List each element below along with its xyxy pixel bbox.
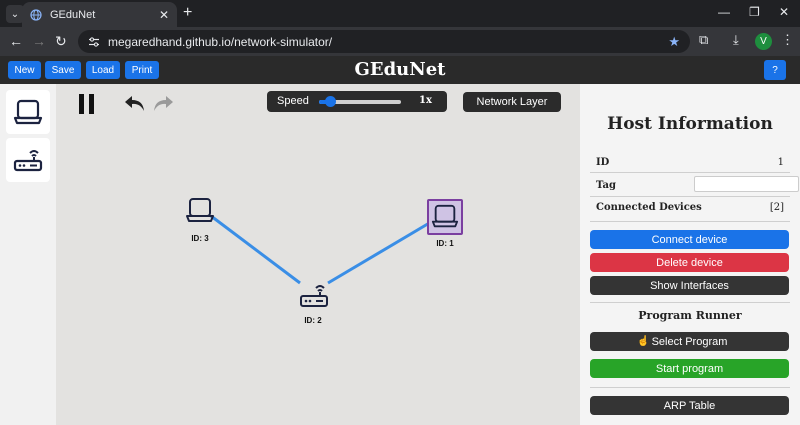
select-program-label: Select Program xyxy=(651,335,728,348)
network-canvas[interactable]: Speed 1x Network Layer ID: 3 ID: 2 ID: 1 xyxy=(56,84,580,425)
laptop-icon xyxy=(431,204,459,228)
browser-tabstrip: ⌄ GEduNet ✕ + — ❐ ✕ xyxy=(0,0,800,27)
divider xyxy=(590,172,790,173)
palette-host[interactable] xyxy=(6,90,50,134)
router-icon xyxy=(300,285,328,307)
close-window-icon[interactable]: ✕ xyxy=(779,5,789,19)
browser-toolbar: ← → ↻ megaredhand.github.io/network-simu… xyxy=(0,27,800,56)
tab-close-icon[interactable]: ✕ xyxy=(159,8,169,22)
node-label: ID: 1 xyxy=(436,239,454,248)
laptop-icon xyxy=(13,99,43,125)
host-node-1[interactable] xyxy=(427,199,463,235)
hand-cursor-icon: ☝ xyxy=(637,336,650,347)
reload-icon[interactable]: ↻ xyxy=(55,33,67,50)
bookmark-star-icon[interactable]: ★ xyxy=(668,34,680,50)
node-label: ID: 2 xyxy=(304,316,322,325)
arp-table-button[interactable]: ARP Table xyxy=(590,396,789,415)
new-tab-icon[interactable]: + xyxy=(183,4,192,22)
address-bar[interactable]: megaredhand.github.io/network-simulator/… xyxy=(78,30,690,53)
app-title: GEduNet xyxy=(354,59,446,80)
program-runner-title: Program Runner xyxy=(638,309,742,322)
url-text: megaredhand.github.io/network-simulator/ xyxy=(108,34,333,49)
extensions-icon[interactable]: ⧉ xyxy=(699,32,708,48)
divider xyxy=(590,221,790,222)
device-palette xyxy=(0,84,56,425)
host-node-3[interactable] xyxy=(182,193,218,229)
divider xyxy=(590,196,790,197)
tag-row: Tag xyxy=(596,176,799,192)
link-3-2[interactable] xyxy=(210,214,301,285)
panel-title: Host Information xyxy=(607,114,773,134)
profile-avatar[interactable]: V xyxy=(755,33,772,50)
menu-icon[interactable]: ⋮ xyxy=(781,32,794,48)
router-icon xyxy=(13,150,43,172)
palette-router[interactable] xyxy=(6,138,50,182)
connected-devices-value: [2] xyxy=(769,202,784,213)
link-2-1[interactable] xyxy=(327,220,432,285)
id-row: ID 1 xyxy=(596,157,784,168)
show-interfaces-button[interactable]: Show Interfaces xyxy=(590,276,789,295)
divider xyxy=(590,302,790,303)
host-info-panel: Host Information ID 1 Tag Connected Devi… xyxy=(580,84,800,425)
app-header: New Save Load Print GEduNet ? xyxy=(0,56,800,84)
browser-tab[interactable]: GEduNet ✕ xyxy=(22,2,177,27)
links-layer xyxy=(210,214,432,285)
restore-icon[interactable]: ❐ xyxy=(749,5,760,19)
connected-devices-row: Connected Devices [2] xyxy=(596,202,784,213)
back-icon[interactable]: ← xyxy=(9,33,23,49)
tag-label: Tag xyxy=(596,180,616,191)
forward-icon[interactable]: → xyxy=(32,33,46,49)
divider xyxy=(590,387,790,388)
minimize-icon[interactable]: — xyxy=(718,5,730,19)
help-button[interactable]: ? xyxy=(764,60,786,80)
tab-title: GEduNet xyxy=(50,8,96,21)
tag-input[interactable] xyxy=(694,176,799,192)
globe-icon xyxy=(30,8,42,21)
delete-device-button[interactable]: Delete device xyxy=(590,253,789,272)
router-node-2[interactable] xyxy=(296,279,332,315)
download-icon[interactable]: ⤓ xyxy=(733,32,739,48)
site-info-icon[interactable] xyxy=(88,36,100,48)
start-program-button[interactable]: Start program xyxy=(590,359,789,378)
connected-devices-label: Connected Devices xyxy=(596,202,702,213)
select-program-button[interactable]: Select Program xyxy=(590,332,789,351)
id-label: ID xyxy=(596,157,610,168)
connect-device-button[interactable]: Connect device xyxy=(590,230,789,249)
node-label: ID: 3 xyxy=(191,234,209,243)
laptop-icon xyxy=(186,198,214,222)
id-value: 1 xyxy=(777,157,784,168)
